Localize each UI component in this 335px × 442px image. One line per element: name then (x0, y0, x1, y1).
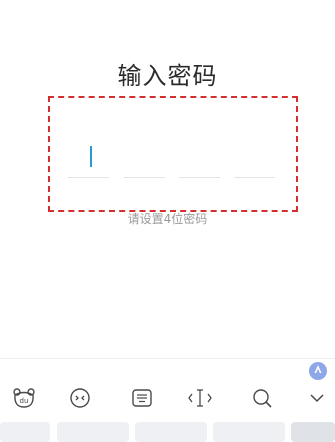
keyboard-key[interactable] (291, 422, 335, 442)
search-icon[interactable] (249, 386, 275, 410)
keyboard-divider (0, 358, 335, 359)
collapse-chevron-icon[interactable] (304, 386, 330, 410)
keyboard-keys-row (0, 422, 335, 442)
svg-text:du: du (20, 397, 29, 405)
cursor-move-icon[interactable] (187, 386, 213, 410)
text-cursor (90, 146, 92, 167)
pin-hint: 请设置4位密码 (127, 212, 208, 226)
pin-input-area[interactable] (48, 96, 298, 212)
keyboard-key[interactable] (213, 422, 285, 442)
pin-slot-1[interactable] (68, 177, 109, 178)
emoji-icon[interactable] (67, 386, 93, 410)
page-title: 输入密码 (117, 62, 218, 90)
keyboard-icon[interactable] (129, 386, 155, 410)
keyboard-key[interactable] (0, 422, 50, 442)
pin-slot-2[interactable] (124, 177, 165, 178)
keyboard-key[interactable] (135, 422, 207, 442)
pin-slot-3[interactable] (179, 177, 220, 178)
bear-logo-icon[interactable]: du (11, 386, 37, 410)
assistant-icon[interactable] (309, 362, 327, 380)
pin-slot-4[interactable] (234, 177, 275, 178)
keyboard-key[interactable] (57, 422, 129, 442)
